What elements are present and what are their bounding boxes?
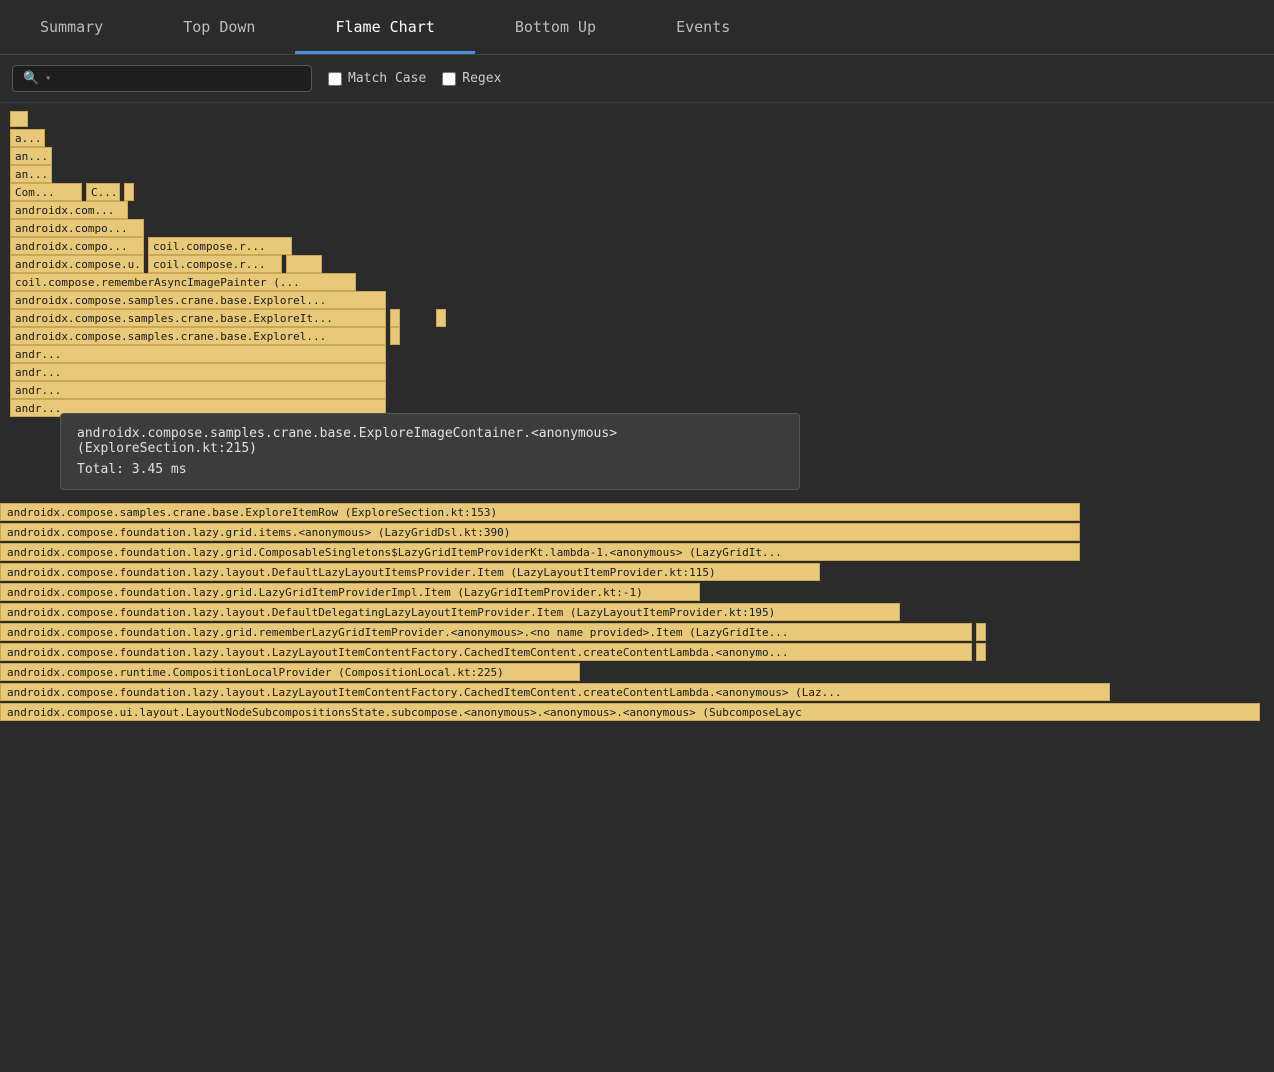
flame-bar[interactable]: androidx.compose.foundation.lazy.layout.…	[0, 603, 900, 621]
match-case-label[interactable]: Match Case	[328, 71, 426, 86]
tab-flame-chart[interactable]: Flame Chart	[295, 0, 474, 54]
flame-bar[interactable]	[436, 309, 446, 327]
flame-bar[interactable]: androidx.compose.foundation.lazy.layout.…	[0, 683, 1110, 701]
flame-bar[interactable]: androidx.compose.samples.crane.base.Expl…	[10, 309, 386, 327]
flame-bar[interactable]: androidx.compose.foundation.lazy.grid.La…	[0, 583, 700, 601]
flame-bar[interactable]: coil.compose.rememberAsyncImagePainter (…	[10, 273, 356, 291]
flame-bar[interactable]: androidx.compose.foundation.lazy.grid.re…	[0, 623, 972, 641]
tab-bottom-up[interactable]: Bottom Up	[475, 0, 636, 54]
flame-bar[interactable]: andr...	[10, 381, 386, 399]
tab-summary[interactable]: Summary	[0, 0, 143, 54]
search-dropdown-icon[interactable]: ▾	[45, 73, 51, 84]
flame-bar[interactable]: androidx.compose.runtime.CompositionLoca…	[0, 663, 580, 681]
tab-events[interactable]: Events	[636, 0, 770, 54]
search-icon: 🔍	[23, 71, 39, 86]
flame-bar[interactable]: androidx.compose.foundation.lazy.layout.…	[0, 563, 820, 581]
flame-bar[interactable]: a...	[10, 129, 45, 147]
flame-bar[interactable]: an...	[10, 165, 52, 183]
flame-bar[interactable]: androidx.compose.foundation.lazy.layout.…	[0, 643, 972, 661]
flame-bar[interactable]: coil.compose.r...	[148, 237, 292, 255]
flame-bar[interactable]	[124, 183, 134, 201]
tab-top-down[interactable]: Top Down	[143, 0, 295, 54]
flame-bar[interactable]	[286, 255, 322, 273]
match-case-text: Match Case	[348, 71, 426, 86]
flame-bar[interactable]	[10, 111, 28, 127]
toolbar: 🔍 ▾ Match Case Regex	[0, 55, 1274, 103]
flame-bar[interactable]: androidx.compose.samples.crane.base.Expl…	[10, 291, 386, 309]
flame-bar[interactable]	[390, 309, 400, 327]
flame-bar[interactable]	[976, 643, 986, 661]
flame-chart-area: a... an... an... Com... C... androidx.co…	[0, 103, 1274, 723]
flame-bar[interactable]: C...	[86, 183, 120, 201]
flame-bar[interactable]	[390, 327, 400, 345]
flame-bar[interactable]: androidx.compose.samples.crane.base.Expl…	[10, 327, 386, 345]
tooltip: androidx.compose.samples.crane.base.Expl…	[60, 413, 800, 490]
flame-bar[interactable]: andr...	[10, 363, 386, 381]
flame-bar[interactable]: coil.compose.r...	[148, 255, 282, 273]
search-input[interactable]	[57, 71, 301, 86]
flame-bar[interactable]: Com...	[10, 183, 82, 201]
regex-checkbox[interactable]	[442, 72, 456, 86]
tooltip-total: Total: 3.45 ms	[77, 462, 783, 477]
regex-label[interactable]: Regex	[442, 71, 501, 86]
flame-bar[interactable]: an...	[10, 147, 52, 165]
flame-bar[interactable]: androidx.compose.foundation.lazy.grid.Co…	[0, 543, 1080, 561]
tooltip-title: androidx.compose.samples.crane.base.Expl…	[77, 426, 783, 456]
flame-bar[interactable]: androidx.compose.u...	[10, 255, 144, 273]
flame-bar[interactable]: andr...	[10, 399, 386, 417]
flame-bar[interactable]	[976, 623, 986, 641]
flame-bar[interactable]: androidx.compose.ui.layout.LayoutNodeSub…	[0, 703, 1260, 721]
tab-bar: Summary Top Down Flame Chart Bottom Up E…	[0, 0, 1274, 55]
flame-bar[interactable]: andr...	[10, 345, 386, 363]
flame-bar[interactable]: androidx.compo...	[10, 237, 144, 255]
flame-bar[interactable]: androidx.com...	[10, 201, 128, 219]
flame-bar[interactable]: androidx.compo...	[10, 219, 144, 237]
match-case-checkbox[interactable]	[328, 72, 342, 86]
flame-bar[interactable]: androidx.compose.foundation.lazy.grid.it…	[0, 523, 1080, 541]
flame-bar[interactable]: androidx.compose.samples.crane.base.Expl…	[0, 503, 1080, 521]
regex-text: Regex	[462, 71, 501, 86]
search-box[interactable]: 🔍 ▾	[12, 65, 312, 92]
